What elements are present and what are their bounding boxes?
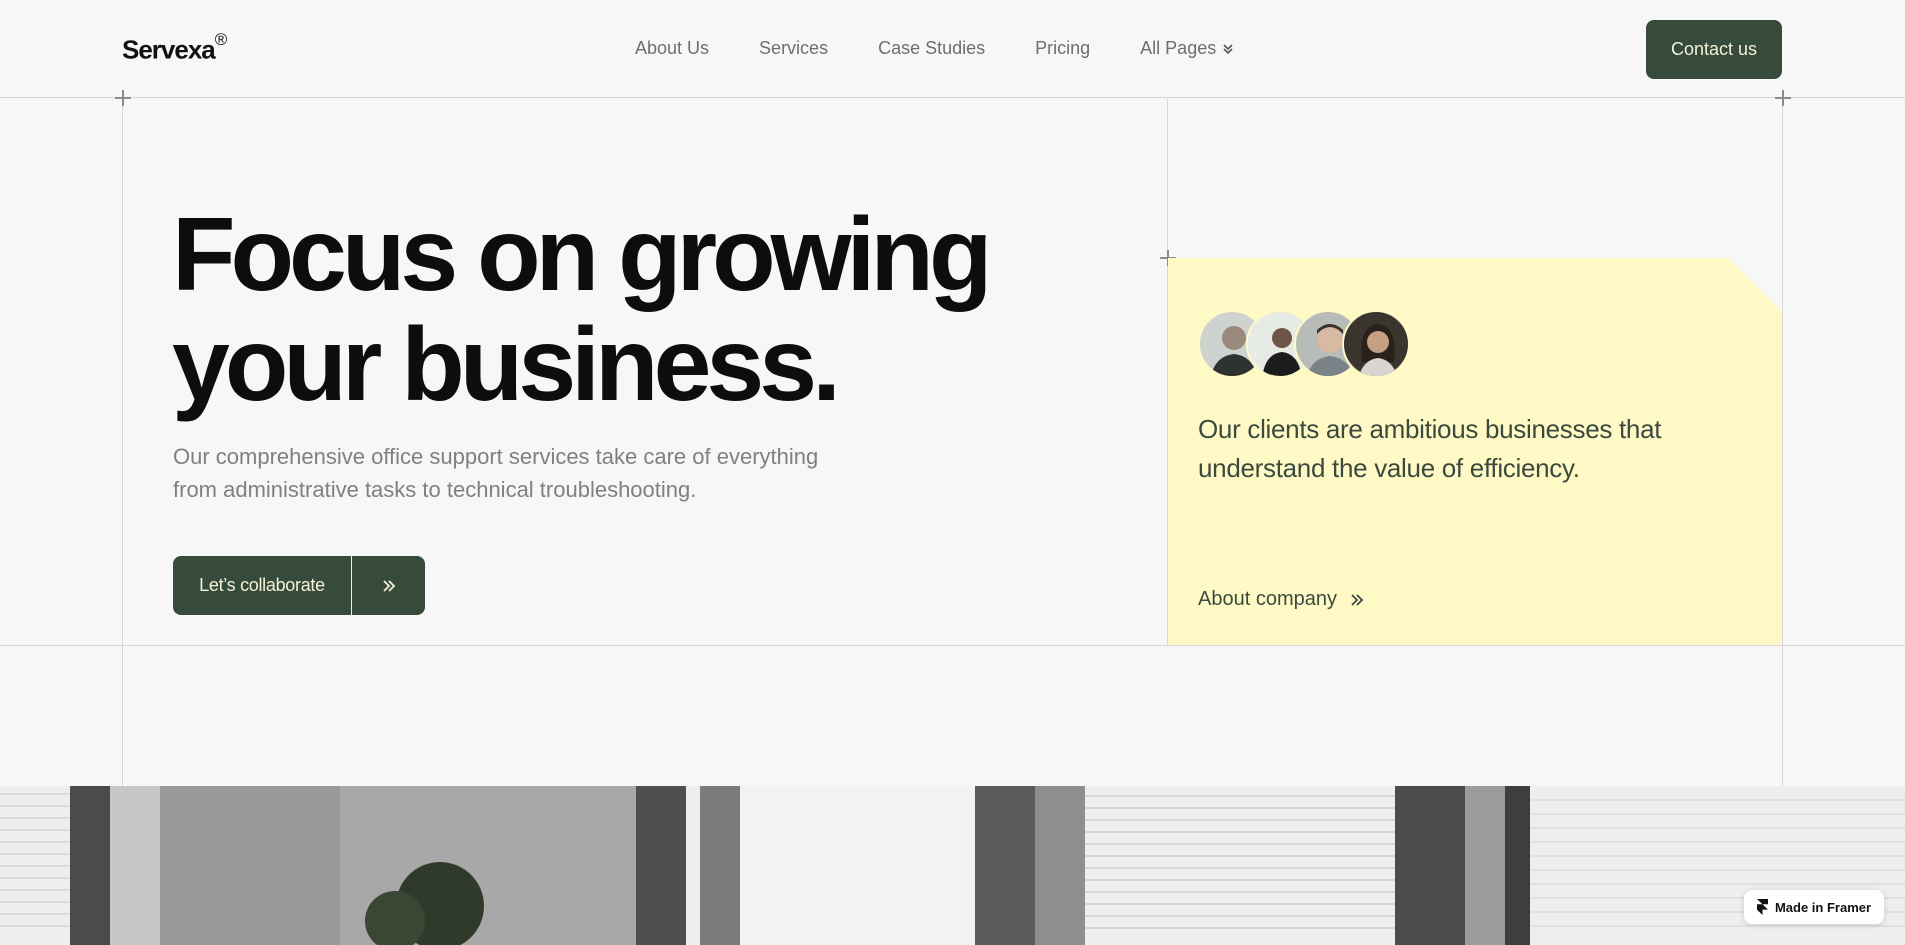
office-photo [0,786,1905,945]
registered-mark: ® [214,30,227,49]
site-header: Servexa® About Us Services Case Studies … [0,0,1905,98]
logo[interactable]: Servexa® [122,30,227,66]
hero-title: Focus on growing your business. [172,200,1072,420]
made-in-framer-badge[interactable]: Made in Framer [1744,890,1884,924]
nav-all-pages[interactable]: All Pages [1140,38,1234,59]
double-chevron-down-icon [1223,43,1233,54]
contact-label: Contact us [1670,39,1758,59]
nav-case-studies[interactable]: Case Studies [878,38,985,59]
nav-label: Services [759,38,829,58]
nav-label: All Pages [1140,38,1217,58]
hero-title-line2: your business. [172,307,841,423]
plus-marker-icon [115,90,131,106]
client-avatars [1198,310,1410,378]
grid-line-right [1782,98,1783,786]
clients-statement: Our clients are ambitious businesses tha… [1198,410,1718,488]
hero-subtitle-line2: from administrative tasks to technical t… [173,477,697,502]
logo-text: Servexa [122,34,216,65]
hero-title-line1: Focus on growing [172,197,992,313]
contact-button[interactable]: Contact us [1646,20,1782,79]
nav-label: About Us [635,38,710,58]
framer-logo-icon [1756,899,1768,915]
grid-line-bottom [0,645,1905,646]
hero-subtitle-line1: Our comprehensive office support service… [173,444,819,469]
badge-label: Made in Framer [1774,899,1872,915]
grid-line-mid [1167,98,1168,646]
nav-services[interactable]: Services [759,38,828,59]
collaborate-label: Let’s collaborate [173,556,352,615]
double-chevron-right-icon [352,556,425,615]
main-nav: About Us Services Case Studies Pricing A… [635,38,1234,59]
clients-statement-line1: Our clients are ambitious businesses tha… [1198,414,1662,444]
about-company-link[interactable]: About company [1198,588,1365,611]
clients-statement-line2: understand the value of efficiency. [1198,453,1580,483]
clients-card: Our clients are ambitious businesses tha… [1168,258,1782,645]
grid-line-left [122,98,123,786]
nav-label: Case Studies [878,38,986,58]
hero-subtitle: Our comprehensive office support service… [173,440,873,506]
nav-label: Pricing [1035,38,1091,58]
about-company-label: About company [1198,588,1337,610]
collaborate-button[interactable]: Let’s collaborate [173,556,425,615]
avatar [1342,310,1410,378]
nav-pricing[interactable]: Pricing [1035,38,1090,59]
nav-about-us[interactable]: About Us [635,38,709,59]
plus-marker-icon [1775,90,1791,106]
double-chevron-right-icon [1351,593,1364,606]
